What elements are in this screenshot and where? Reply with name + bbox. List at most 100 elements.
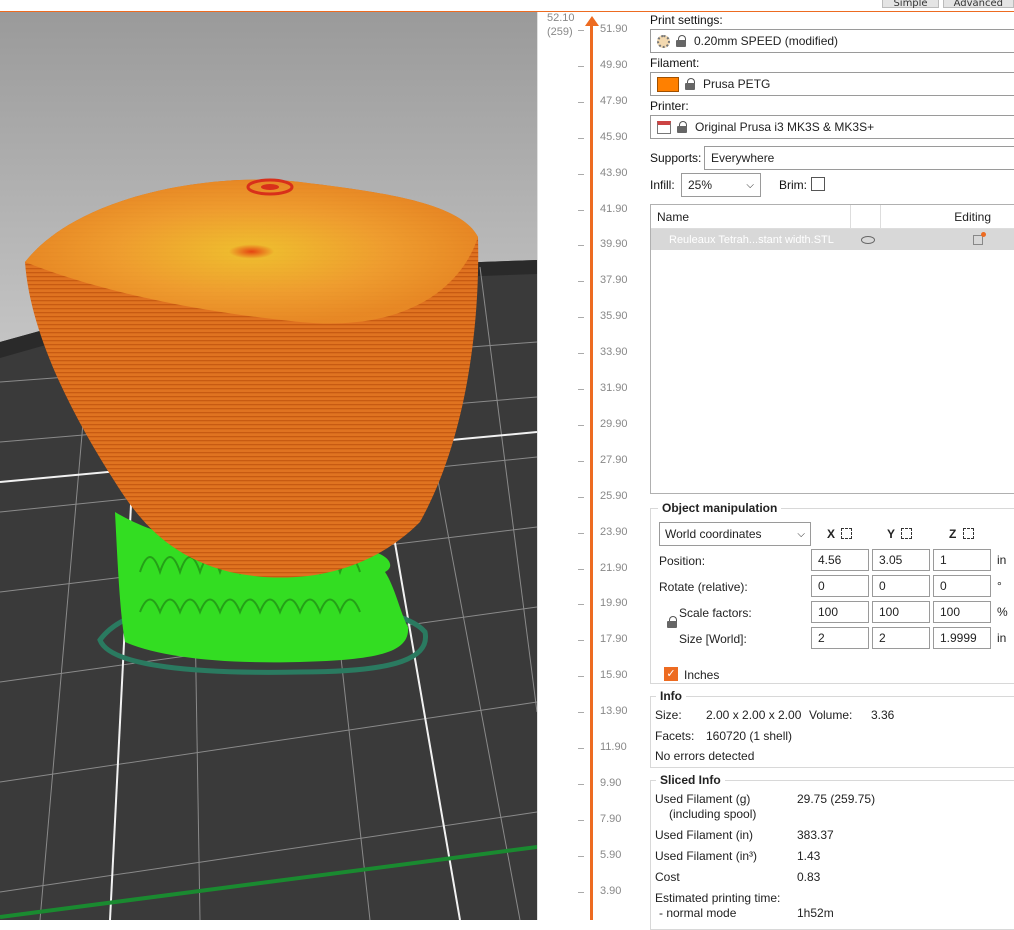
print-settings-label: Print settings: [650,13,723,27]
object-list[interactable]: Name Editing Reuleaux Tetrah...stant wid… [650,204,1014,494]
3d-viewport[interactable] [0,12,537,920]
manip-field-y[interactable]: 100 [872,601,930,623]
size-value: 2.00 x 2.00 x 2.00 [706,708,802,722]
printer-value: Original Prusa i3 MK3S & MK3S+ [695,120,875,134]
slider-tick-label: 37.90 [600,274,628,287]
slider-tick-label: 47.90 [600,94,628,107]
mode-tab-advanced[interactable]: Advanced [942,0,1014,8]
slider-tick-mark [578,676,584,678]
slider-tick-label: 41.90 [600,202,628,215]
slider-tick-label: 29.90 [600,417,628,430]
coords-select[interactable]: World coordinates ⌵ [659,522,811,546]
slider-tick-label: 21.90 [600,561,628,574]
supports-value: Everywhere [711,151,775,165]
manip-field-z[interactable]: 0 [933,575,991,597]
list-item[interactable]: Reuleaux Tetrah...stant width.STL [651,229,1014,250]
slider-thumb-up-icon[interactable] [585,16,599,26]
sliced-row-sub: (including spool) [669,807,757,821]
slider-tick-label: 45.90 [600,130,628,143]
object-list-header: Name Editing [651,204,1014,229]
layer-slider[interactable]: 52.10 (259) 51.90 49.90 47.90 45.90 43.90 41.… [537,12,645,920]
infill-combo[interactable]: 25% ⌵ [681,173,761,197]
slider-tick-label: 35.90 [600,310,628,323]
slider-tick-mark [578,317,584,319]
filament-combo[interactable]: Prusa PETG [650,72,1014,96]
slider-tick-mark [578,137,584,139]
axis-label-y: Y [887,527,896,541]
inches-label: Inches [684,668,720,682]
slider-tick-label: 13.90 [600,705,628,718]
manip-field-x[interactable]: 100 [811,601,869,623]
top-bar: Simple Advanced [0,0,1014,12]
print-settings-combo[interactable]: 0.20mm SPEED (modified) [650,29,1014,53]
slider-tick-mark [578,891,584,893]
col-name[interactable]: Name [651,204,851,229]
object-name: Reuleaux Tetrah...stant width.STL [669,233,834,246]
slider-top-layer: (259) [547,26,573,38]
manip-field-z[interactable]: 100 [933,601,991,623]
slider-tick-mark [578,568,584,570]
manip-unit: in [997,553,1007,567]
manip-field-y[interactable]: 0 [872,575,930,597]
sliced-info-title: Sliced Info [656,773,725,787]
axis-label-x: X [827,527,836,541]
slider-tick-mark [578,640,584,642]
sliced-row-label: Estimated printing time: [655,891,781,905]
manip-field-x[interactable]: 0 [811,575,869,597]
supports-combo[interactable]: Everywhere [704,146,1014,170]
facets-label: Facets: [655,729,695,743]
eye-icon[interactable] [861,235,875,244]
mode-tab-simple[interactable]: Simple [882,0,939,8]
filament-label: Filament: [650,56,700,70]
slider-tick-mark [578,819,584,821]
volume-value: 3.36 [871,708,895,722]
inches-checkbox[interactable]: ✓ [664,667,678,681]
slider-tick-label: 3.90 [600,884,622,897]
manip-field-z[interactable]: 1 [933,549,991,571]
slider-tick-label: 51.90 [600,23,628,35]
manip-unit: % [997,605,1008,619]
lock-icon[interactable] [667,616,679,629]
info-title: Info [656,689,686,703]
manip-row-label: Scale factors: [679,606,752,620]
col-editing[interactable]: Editing [881,210,1014,224]
facets-value: 160720 (1 shell) [706,729,793,743]
manip-row-label: Position: [659,554,706,568]
drop-to-bed-icon[interactable] [901,528,912,539]
slider-tick-mark [578,30,584,31]
manip-field-y[interactable]: 2 [872,627,930,649]
slider-tick-label: 11.90 [600,741,627,753]
slider-tick-label: 33.90 [600,346,628,359]
manip-unit: in [997,631,1007,645]
slider-tick-mark [578,353,584,355]
printer-combo[interactable]: Original Prusa i3 MK3S & MK3S+ [650,115,1014,139]
manip-field-x[interactable]: 4.56 [811,549,869,571]
slider-tick-mark [578,281,584,283]
slider-tick-label: 19.90 [600,597,628,610]
sliced-row-label: Used Filament (in) [655,828,754,842]
slider-top-value: 52.10 [547,12,575,24]
editing-icon[interactable] [973,231,986,245]
manip-field-z[interactable]: 1.9999 [933,627,991,649]
manip-field-y[interactable]: 3.05 [872,549,930,571]
slider-tick-label: 49.90 [600,58,628,71]
size-label: Size: [655,708,682,722]
object-manipulation-title: Object manipulation [658,501,782,515]
slider-tick-mark [578,712,584,714]
drop-to-bed-icon[interactable] [963,528,974,539]
slider-track[interactable] [590,22,593,920]
slider-tick-mark [578,101,584,103]
slider-tick-mark [578,496,584,498]
sliced-row-value: 1h52m [797,906,834,920]
volume-label: Volume: [809,708,853,722]
brim-checkbox[interactable] [811,177,825,191]
gear-icon [657,34,670,48]
sliced-row-value: 29.75 (259.75) [797,792,876,806]
slider-tick-label: 27.90 [600,453,628,466]
slider-tick-label: 5.90 [600,848,622,861]
printer-icon [657,120,671,134]
sidebar-panel: Print settings: 0.20mm SPEED (modified) … [645,12,1014,930]
slider-tick-mark [578,173,584,175]
drop-to-bed-icon[interactable] [841,528,852,539]
manip-field-x[interactable]: 2 [811,627,869,649]
